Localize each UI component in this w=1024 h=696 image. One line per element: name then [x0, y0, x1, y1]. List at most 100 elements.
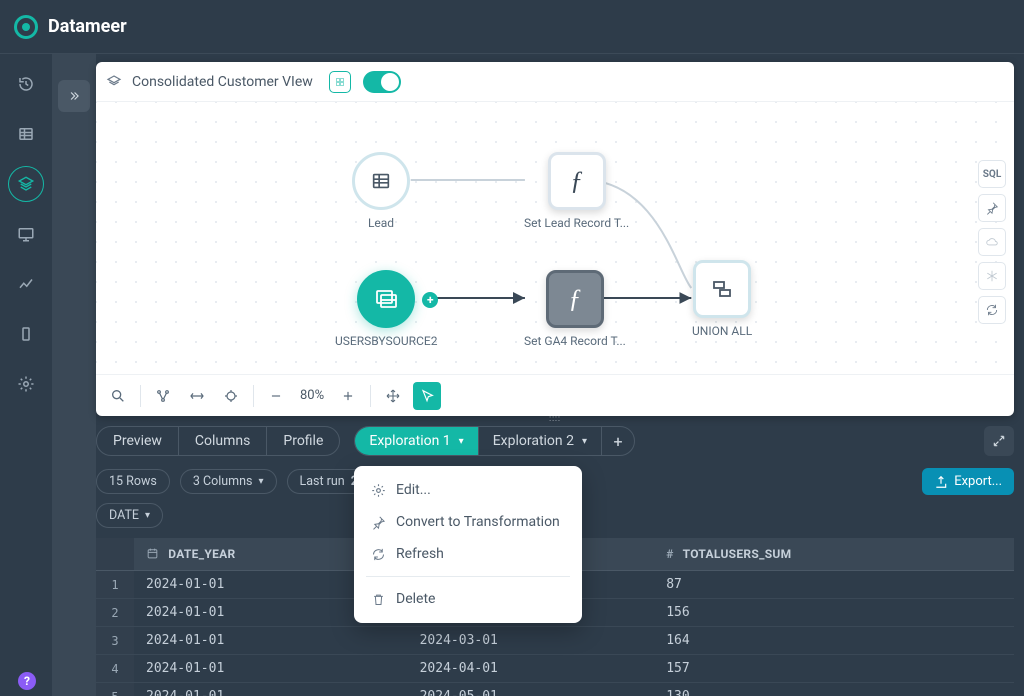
rail-item-device[interactable] — [8, 316, 44, 352]
brand-logo-icon — [14, 15, 38, 39]
table-icon — [17, 125, 35, 143]
tab-preview[interactable]: Preview — [97, 427, 179, 455]
expand-results-button[interactable] — [984, 426, 1014, 456]
search-icon — [110, 388, 126, 404]
add-exploration-button[interactable]: + — [602, 427, 634, 455]
monitor-icon — [17, 225, 35, 243]
tab-exploration-1[interactable]: Exploration 1 ▾ — [355, 427, 478, 455]
refresh-canvas-button[interactable] — [978, 296, 1006, 324]
chevron-double-right-icon — [67, 89, 81, 103]
cursor-icon — [419, 388, 435, 404]
zoom-out-button[interactable] — [262, 382, 290, 410]
table-row: 42024-01-012024-04-01157 — [96, 655, 1014, 683]
minus-icon — [269, 389, 283, 403]
rail-item-layers[interactable] — [8, 166, 44, 202]
date-filter-chip[interactable]: DATE ▾ — [96, 503, 163, 528]
zoom-level: 80% — [296, 388, 328, 403]
fit-width-button[interactable] — [183, 382, 211, 410]
node-fn-lead[interactable]: ƒ Set Lead Record T... — [524, 152, 629, 230]
line-chart-icon — [17, 275, 35, 293]
ctx-refresh-label: Refresh — [396, 546, 444, 562]
zoom-in-button[interactable] — [334, 382, 362, 410]
date-filter-label: DATE — [109, 508, 139, 523]
node-usersbysource[interactable]: + USERSBYSOURCE2 — [335, 270, 437, 348]
columns-chip-label: 3 Columns — [193, 474, 253, 489]
gear-icon — [370, 483, 386, 498]
tab-columns[interactable]: Columns — [179, 427, 267, 455]
canvas-footer-toolbar: 80% :::: — [96, 374, 1014, 416]
layers-small-icon — [106, 74, 122, 90]
view-tab-group: Preview Columns Profile — [96, 426, 340, 456]
layers-icon — [17, 175, 35, 193]
brand-bar: Datameer — [0, 0, 1024, 54]
ctx-delete[interactable]: Delete — [354, 583, 582, 615]
view-mode-button[interactable] — [329, 71, 351, 93]
node-fn-ga4[interactable]: ƒ Set GA4 Record T... — [524, 270, 626, 348]
help-button[interactable]: ? — [18, 672, 36, 690]
canvas-card: Consolidated Customer VIew — [96, 62, 1014, 416]
canvas-header: Consolidated Customer VIew — [96, 62, 1014, 102]
tab-profile[interactable]: Profile — [267, 427, 339, 455]
snowflake-icon — [985, 269, 999, 283]
function-dark-icon: ƒ — [546, 270, 604, 328]
exploration-context-menu: Edit... Convert to Transformation Refres… — [354, 466, 582, 623]
history-icon — [17, 75, 35, 93]
refresh-icon — [370, 547, 386, 562]
function-icon: ƒ — [548, 152, 606, 210]
ctx-convert[interactable]: Convert to Transformation — [354, 506, 582, 538]
plus-icon — [341, 389, 355, 403]
rail-item-history[interactable] — [8, 66, 44, 102]
chevron-down-icon: ▾ — [145, 510, 150, 521]
node-fn-lead-label: Set Lead Record T... — [524, 216, 629, 230]
layout-tool-button[interactable] — [149, 382, 177, 410]
union-icon — [693, 260, 751, 318]
node-users-label: USERSBYSOURCE2 — [335, 334, 437, 348]
cloud-icon — [985, 235, 999, 249]
expand-panel-button[interactable] — [58, 80, 90, 112]
node-fn-ga4-label: Set GA4 Record T... — [524, 334, 626, 348]
canvas-right-tools: SQL — [978, 160, 1006, 324]
col-totalusers-header[interactable]: # TOTALUSERS_SUM — [654, 538, 1014, 571]
center-button[interactable] — [217, 382, 245, 410]
table-row: 32024-01-012024-03-01164 — [96, 627, 1014, 655]
results-tab-row: Preview Columns Profile Exploration 1 ▾ … — [96, 426, 1014, 456]
export-button-label: Export... — [954, 474, 1002, 489]
rows-chip[interactable]: 15 Rows — [96, 469, 170, 494]
ctx-refresh[interactable]: Refresh — [354, 538, 582, 570]
upload-icon — [934, 475, 948, 489]
source-active-icon — [357, 270, 415, 328]
calendar-icon — [146, 547, 162, 561]
node-union-label: UNION ALL — [692, 324, 752, 338]
resize-handle[interactable]: :::: — [537, 414, 573, 418]
export-button[interactable]: Export... — [922, 468, 1014, 495]
sql-button[interactable]: SQL — [978, 160, 1006, 188]
rail-item-settings[interactable] — [8, 366, 44, 402]
collapse-panel — [52, 54, 96, 696]
view-toggle[interactable] — [363, 71, 401, 93]
select-button[interactable] — [413, 382, 441, 410]
ctx-edit-label: Edit... — [396, 482, 431, 498]
number-icon: # — [666, 547, 673, 561]
snowflake-button[interactable] — [978, 262, 1006, 290]
cloud-button[interactable] — [978, 228, 1006, 256]
node-lead[interactable]: Lead — [352, 152, 410, 230]
lastrun-prefix: Last run — [300, 474, 345, 489]
tab-exploration-2[interactable]: Exploration 2 ▾ — [479, 427, 602, 455]
ctx-edit[interactable]: Edit... — [354, 474, 582, 506]
chevron-down-icon: ▾ — [459, 436, 464, 447]
move-icon — [385, 388, 401, 404]
pan-button[interactable] — [379, 382, 407, 410]
fit-width-icon — [189, 388, 205, 404]
tab-exploration-1-label: Exploration 1 — [369, 433, 450, 449]
rail-item-monitor[interactable] — [8, 216, 44, 252]
canvas-surface[interactable]: Lead ƒ Set Lead Record T... + U — [96, 102, 1014, 374]
pin-button[interactable] — [978, 194, 1006, 222]
columns-chip[interactable]: 3 Columns ▾ — [180, 469, 277, 494]
plus-badge-icon[interactable]: + — [422, 292, 438, 308]
rail-item-analytics[interactable] — [8, 266, 44, 302]
node-union[interactable]: UNION ALL — [692, 260, 752, 338]
col-totalusers-label: TOTALUSERS_SUM — [683, 547, 792, 561]
search-tool-button[interactable] — [104, 382, 132, 410]
col-index-header — [96, 538, 134, 571]
rail-item-tables[interactable] — [8, 116, 44, 152]
